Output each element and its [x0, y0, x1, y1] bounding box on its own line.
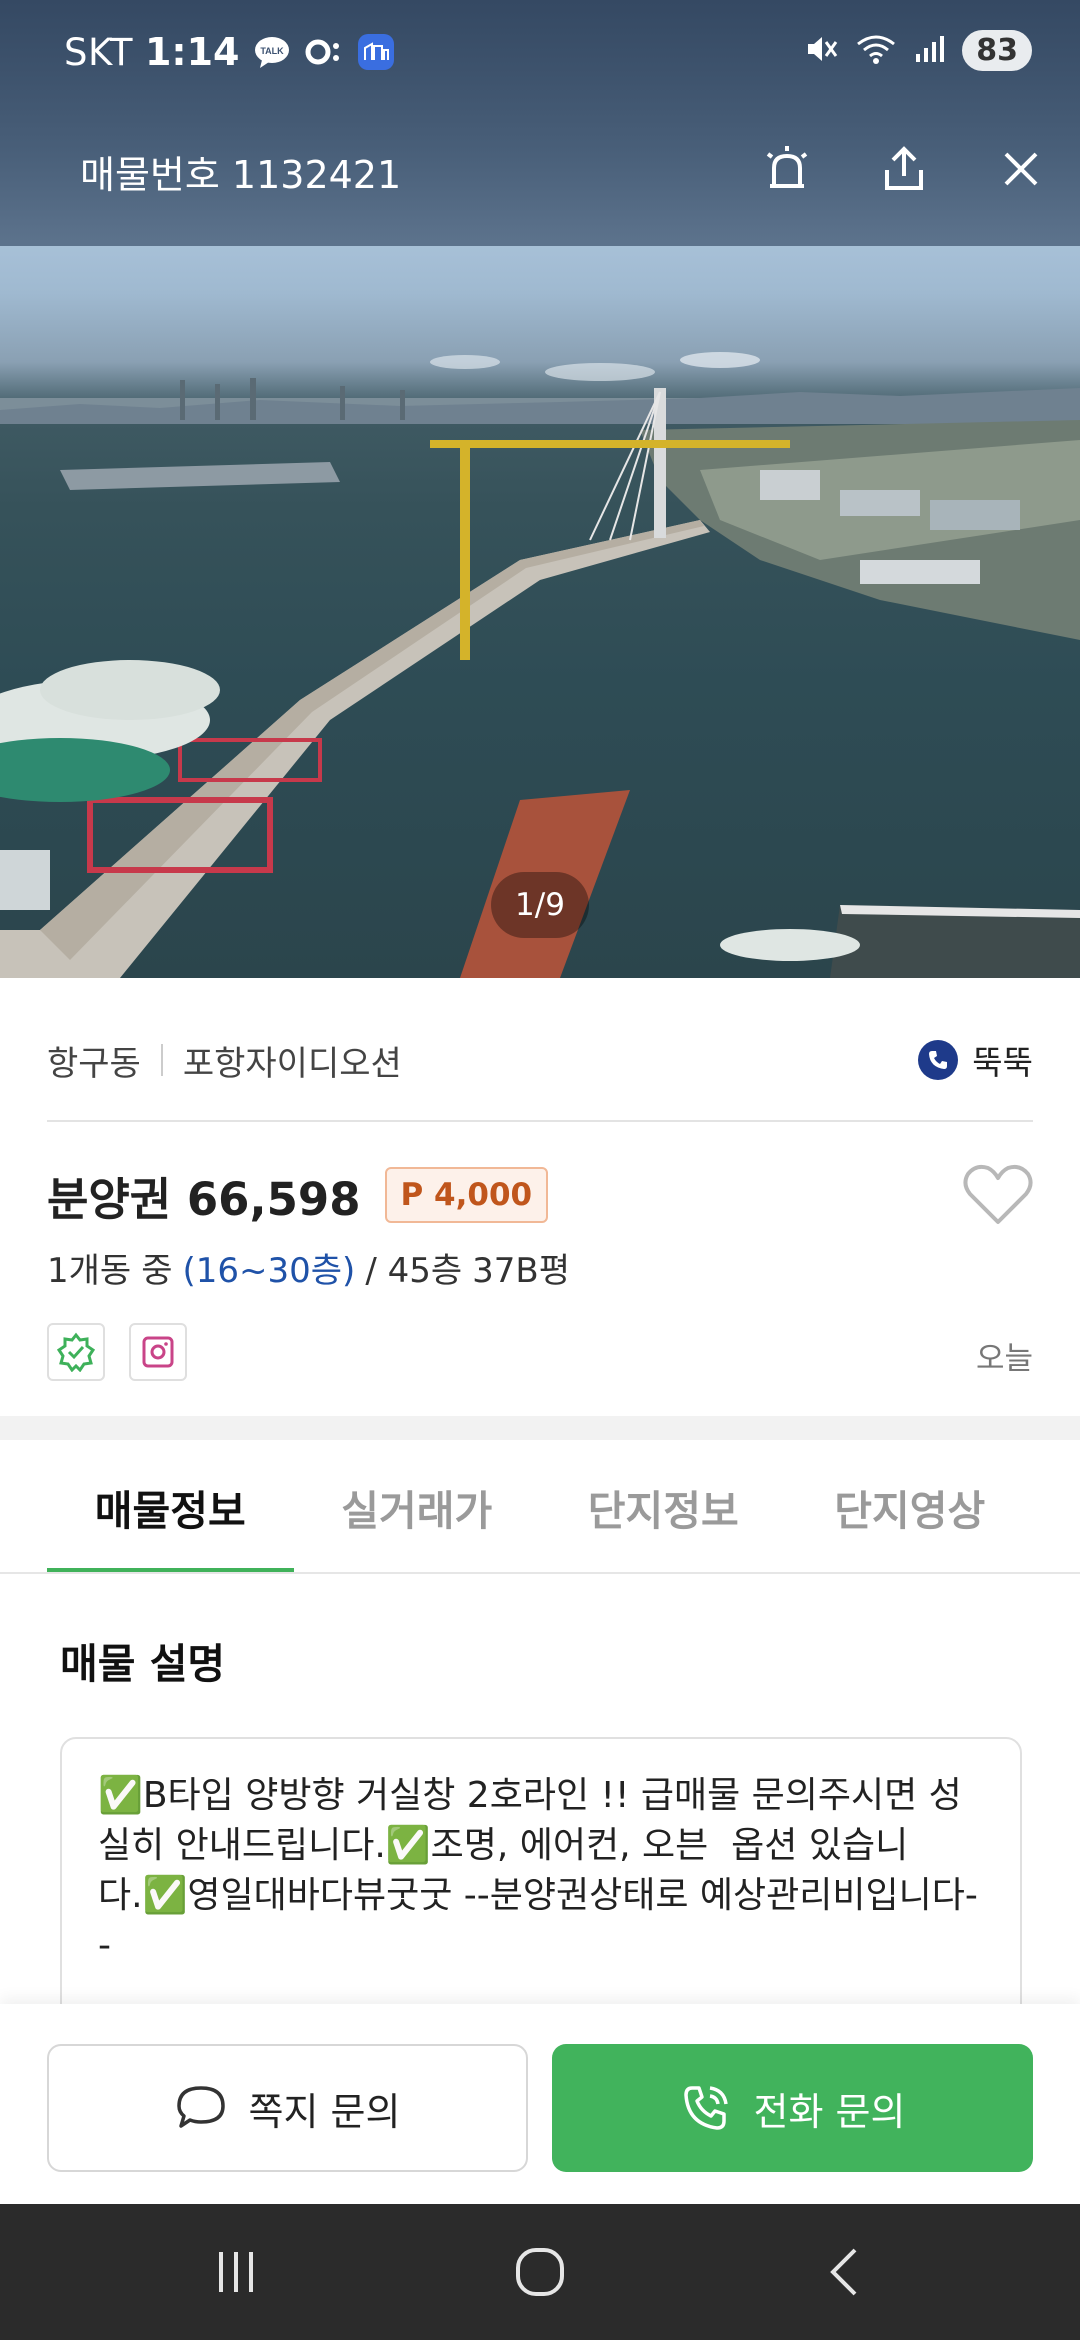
chat-bubble-icon — [176, 2086, 225, 2128]
app-bar: 매물번호 1132421 — [0, 130, 1080, 240]
premium-badge: P 4,000 — [384, 1167, 549, 1223]
status-bar: SKT 1:14 TALK 83 — [0, 0, 1080, 112]
tab-real-price[interactable]: 실거래가 — [294, 1440, 541, 1574]
floor-info: 1개동 중 (16~30층) / 45층 37B평 — [47, 1243, 570, 1292]
recent-apps-icon — [219, 2252, 253, 2292]
listing-number: 매물번호 1132421 — [80, 153, 402, 197]
photo-badge[interactable] — [129, 1323, 187, 1381]
agent-link[interactable]: 뚝뚝 — [918, 1036, 1033, 1084]
close-icon — [1004, 152, 1038, 186]
location-row: 항구동 포항자이디오션 뚝뚝 — [47, 1020, 1033, 1100]
floor-range[interactable]: (16~30층) — [182, 1243, 355, 1292]
price-text: 분양권 66,598 — [47, 1172, 361, 1226]
recent-apps-button[interactable] — [201, 2242, 271, 2302]
tab-listing-info[interactable]: 매물정보 — [47, 1440, 294, 1574]
call-inquiry-label: 전화 문의 — [753, 2089, 906, 2134]
back-button[interactable] — [808, 2242, 878, 2302]
share-button[interactable] — [871, 136, 937, 202]
floor-prefix: 중 — [141, 1251, 173, 1291]
wifi-icon — [856, 32, 896, 70]
signal-icon — [914, 34, 945, 68]
alarm-icon — [766, 146, 808, 188]
location-separator — [160, 1044, 163, 1076]
verified-badge[interactable] — [47, 1323, 105, 1381]
bottom-action-bar: 쪽지 문의 전화 문의 — [0, 2004, 1080, 2204]
photo-counter: 1/9 — [491, 872, 589, 938]
dong-name: 항구동 — [47, 1043, 141, 1084]
message-inquiry-label: 쪽지 문의 — [248, 2089, 401, 2134]
system-nav-bar — [0, 2204, 1080, 2340]
detail-tabs: 매물정보 실거래가 단지정보 단지영상 — [47, 1440, 1033, 1574]
o-icon — [304, 32, 344, 72]
mute-icon — [804, 32, 838, 70]
app-icon — [356, 32, 396, 72]
agent-name: 뚝뚝 — [972, 1043, 1033, 1082]
back-icon — [830, 2248, 857, 2296]
heart-icon — [963, 1164, 1033, 1224]
home-icon — [516, 2248, 564, 2296]
tab-complex-video[interactable]: 단지영상 — [787, 1440, 1034, 1574]
close-button[interactable] — [988, 136, 1054, 202]
message-inquiry-button[interactable]: 쪽지 문의 — [47, 2044, 528, 2172]
talk-icon: TALK — [252, 32, 292, 72]
share-icon — [885, 146, 923, 190]
listing-photo[interactable]: SKT 1:14 TALK 83 매물번호 1132421 1/9 — [0, 0, 1080, 978]
posted-date: 오늘 — [975, 1341, 1033, 1377]
battery-indicator: 83 — [962, 30, 1032, 71]
description-title: 매물 설명 — [60, 1640, 226, 1688]
instagram-icon — [142, 1336, 174, 1368]
phone-badge-icon — [918, 1040, 959, 1080]
call-inquiry-button[interactable]: 전화 문의 — [552, 2044, 1033, 2172]
complex-name[interactable]: 포항자이디오션 — [183, 1036, 402, 1085]
badge-row — [47, 1323, 187, 1381]
phone-call-icon — [683, 2086, 728, 2130]
clock-text: 1:14 — [144, 30, 240, 74]
report-button[interactable] — [754, 136, 820, 202]
tabs-underline — [0, 1572, 1080, 1574]
total-floors: / 45층 — [365, 1251, 463, 1291]
unit-size: 37B평 — [472, 1251, 570, 1291]
verified-icon — [56, 1332, 96, 1372]
building-count: 1개동 — [47, 1251, 132, 1291]
favorite-button[interactable] — [962, 1162, 1034, 1228]
price-row: 분양권 66,598 P 4,000 — [47, 1155, 549, 1235]
section-gap — [0, 1416, 1080, 1440]
description-text: ✅B타입 양방향 거실창 2호라인 !! 급매물 문의주시면 성실히 안내드립니… — [98, 1775, 978, 1966]
tab-complex-info[interactable]: 단지정보 — [540, 1440, 787, 1574]
info-divider — [47, 1120, 1033, 1122]
home-button[interactable] — [505, 2242, 575, 2302]
carrier-text: SKT — [64, 30, 133, 74]
svg-text:TALK: TALK — [260, 46, 284, 56]
